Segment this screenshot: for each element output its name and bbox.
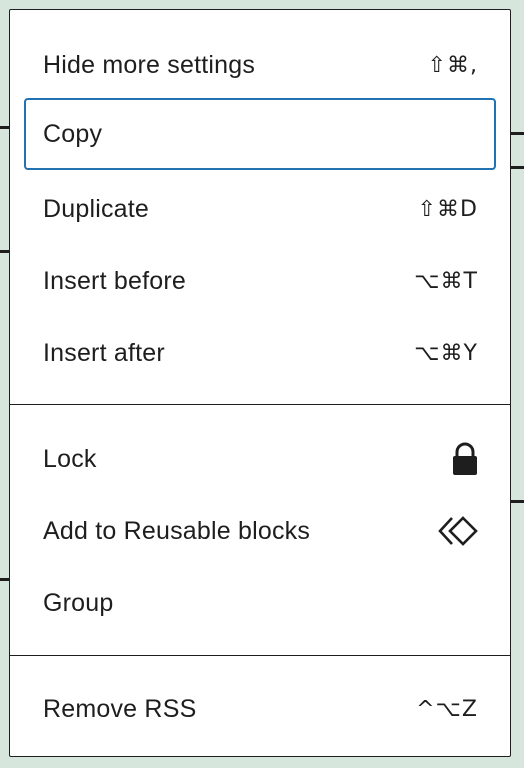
menu-item-lock[interactable]: Lock [24,423,496,495]
backdrop-underline [0,126,9,129]
menu-item-group[interactable]: Group [24,567,496,639]
menu-item-label: Duplicate [43,194,150,223]
backdrop-underline [511,500,524,503]
menu-item-label: Insert after [43,338,165,367]
menu-item-label: Group [43,588,114,617]
menu-item-label: Lock [43,444,97,473]
menu-item-hide-more-settings[interactable]: Hide more settings ⇧⌘, [24,29,496,101]
menu-item-label: Insert before [43,266,186,295]
keyboard-shortcut: ⇧⌘D [417,196,478,222]
menu-group-block-tools: Lock Add to Reusable blocks Group [10,405,510,655]
keyboard-shortcut: ⌥⌘T [414,268,478,294]
menu-group-remove: Remove RSS ^⌥Z [10,656,510,757]
lock-icon [452,442,478,476]
keyboard-shortcut: ⇧⌘, [427,52,478,78]
block-options-menu: Hide more settings ⇧⌘, Copy Duplicate ⇧⌘… [9,9,511,757]
menu-item-label: Add to Reusable blocks [43,516,311,545]
backdrop-underline [511,166,524,169]
backdrop-underline [0,250,9,253]
menu-item-label: Remove RSS [43,694,197,723]
menu-item-copy[interactable]: Copy [24,98,496,170]
menu-item-duplicate[interactable]: Duplicate ⇧⌘D [24,173,496,245]
menu-item-insert-after[interactable]: Insert after ⌥⌘Y [24,317,496,389]
reusable-block-icon [438,515,478,547]
keyboard-shortcut: ⌥⌘Y [414,340,478,366]
menu-item-label: Copy [43,119,103,148]
menu-item-insert-before[interactable]: Insert before ⌥⌘T [24,245,496,317]
menu-item-remove-block[interactable]: Remove RSS ^⌥Z [24,673,496,745]
menu-item-label: Hide more settings [43,50,256,79]
menu-item-add-to-reusable-blocks[interactable]: Add to Reusable blocks [24,495,496,567]
menu-group-block-actions: Hide more settings ⇧⌘, Copy Duplicate ⇧⌘… [10,10,510,404]
keyboard-shortcut: ^⌥Z [416,696,478,722]
backdrop-underline [511,132,524,135]
backdrop-underline [0,578,9,581]
